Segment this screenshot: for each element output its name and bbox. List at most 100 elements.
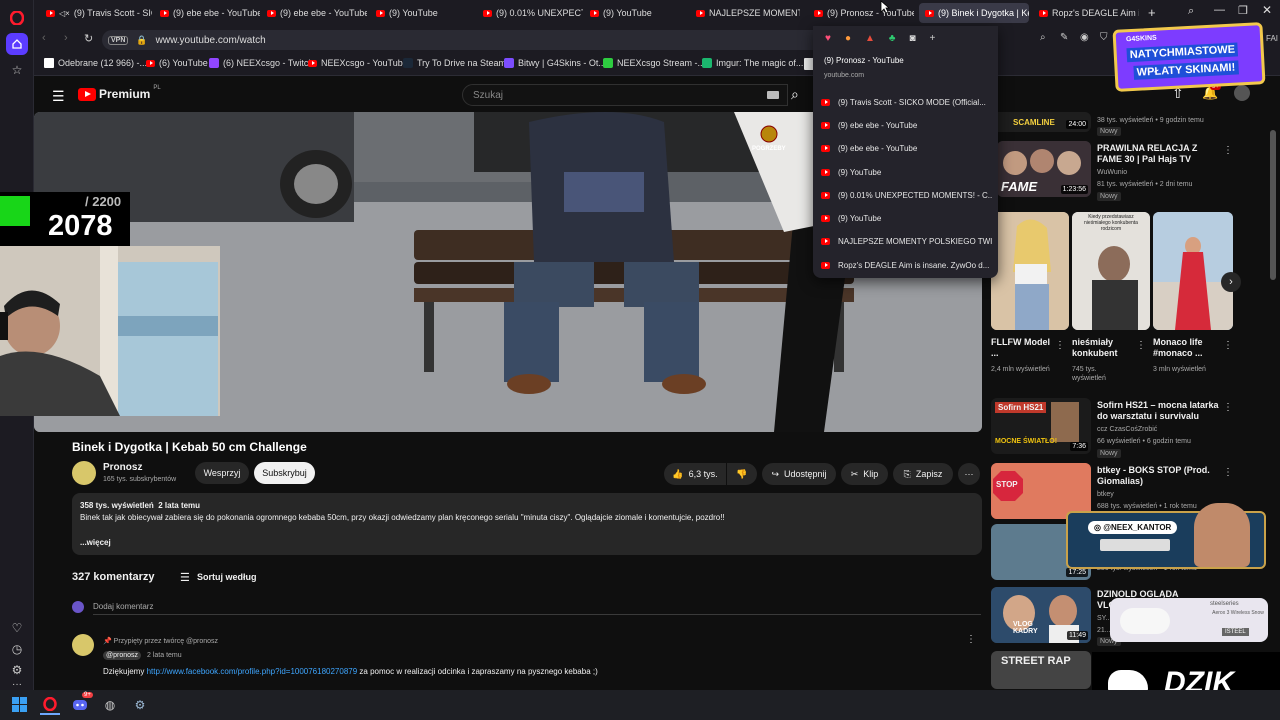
menu-icon[interactable]: ☰ <box>52 88 65 105</box>
history-icon[interactable]: ◷ <box>6 638 28 660</box>
clip-button[interactable]: ✂ Klip <box>841 463 888 485</box>
tab-item[interactable]: (9) YouTube <box>370 3 476 23</box>
comment-avatar[interactable] <box>72 634 94 656</box>
close-window-icon[interactable]: ✕ <box>1262 3 1272 17</box>
dropdown-tab-item[interactable]: (9) 0.01% UNEXPECTED MOMENTS! - C... <box>821 185 993 205</box>
recommendation-channel[interactable]: ccz CzasCośZrobić <box>1097 425 1157 434</box>
recommendation-channel[interactable]: btkey <box>1097 490 1114 499</box>
bookmark-item[interactable]: (6) YouTube <box>146 58 208 68</box>
flame-icon[interactable]: ● <box>845 33 851 44</box>
avatar[interactable] <box>1234 85 1250 101</box>
tab-item[interactable]: (9) Pronosz - YouTube <box>808 3 914 23</box>
short-title[interactable]: nieśmiały konkubent <box>1072 337 1134 359</box>
ai-icon[interactable]: FAI <box>1266 34 1278 43</box>
channel-name[interactable]: Pronosz <box>103 462 142 473</box>
channel-avatar[interactable] <box>72 461 96 485</box>
edit-icon[interactable]: ✎ <box>1060 32 1068 43</box>
dropdown-tab-item[interactable]: (9) YouTube <box>821 162 993 182</box>
short-menu-icon[interactable]: ⋮ <box>1136 340 1146 351</box>
dropdown-tab-item[interactable]: (9) ebe ebe - YouTube <box>821 115 993 135</box>
bookmark-item[interactable]: Bitwy | G4Skins - Ot... <box>504 58 606 68</box>
show-more-link[interactable]: ...więcej <box>80 538 111 547</box>
bookmark-item[interactable]: NEEXcsgo Stream -... <box>603 58 705 68</box>
camera-icon[interactable]: ◉ <box>1080 32 1089 43</box>
recommendation-thumbnail[interactable]: VLOG KADRY 11:49 <box>991 587 1091 643</box>
page-scrollbar[interactable] <box>1270 130 1276 280</box>
windows-start-icon[interactable] <box>10 695 30 715</box>
comment-menu-icon[interactable]: ⋮ <box>966 634 976 645</box>
bookmark-item[interactable]: NEEXcsgo - YouTube <box>308 58 408 68</box>
back-icon[interactable]: ‹ <box>42 32 46 44</box>
heart-icon[interactable]: ♡ <box>6 617 28 639</box>
short-thumbnail[interactable] <box>1153 212 1233 330</box>
maximize-icon[interactable]: ❐ <box>1238 4 1248 17</box>
dropdown-tab-item[interactable]: NAJLEPSZE MOMENTY POLSKIEGO TWI... <box>821 231 993 251</box>
recommendation-title[interactable]: PRAWILNA RELACJA Z FAME 30 | Pal Hajs TV <box>1097 143 1212 165</box>
star-icon[interactable]: ☆ <box>6 59 28 81</box>
reload-icon[interactable]: ↻ <box>84 32 93 45</box>
recommendation-title[interactable]: Sofirn HS21 – mocna latarka do warsztatu… <box>1097 400 1221 422</box>
tab-item[interactable]: NAJLEPSZE MOMENTY P <box>690 3 800 23</box>
shield-icon[interactable]: ⛉ <box>1100 32 1108 43</box>
heart-icon[interactable]: ♥ <box>825 33 831 44</box>
vpn-badge[interactable]: VPN <box>108 35 129 45</box>
search-button-icon[interactable]: ⌕ <box>791 86 799 103</box>
bookmark-item[interactable]: (6) NEEXcsgo - Twitch <box>209 58 313 68</box>
forward-icon[interactable]: › <box>64 32 68 44</box>
keyboard-icon[interactable] <box>767 91 779 99</box>
dislike-button[interactable]: 👎 <box>727 463 757 485</box>
tab-item[interactable]: (9) ebe ebe - YouTube <box>154 3 260 23</box>
sort-button[interactable]: Sortuj według <box>197 572 257 582</box>
search-input[interactable]: Szukaj <box>462 84 788 106</box>
recommendation-thumbnail[interactable]: SCAMLINE 24:00 <box>991 112 1091 132</box>
short-title[interactable]: FLLFW Model ... <box>991 337 1051 359</box>
recommendation-channel[interactable]: WuWunio <box>1097 168 1127 177</box>
recommendation-title[interactable]: btkey - BOKS STOP (Prod. Giomalias) <box>1097 465 1217 487</box>
dropdown-tab-item[interactable]: (9) Travis Scott - SICKO MODE (Official.… <box>821 92 993 112</box>
short-thumbnail[interactable]: Kiedy przedstawiasz nieśmiałego konkuben… <box>1072 212 1150 330</box>
bookmark-item[interactable]: Odebrane (12 966) -... <box>44 58 147 68</box>
recommendation-menu-icon[interactable]: ⋮ <box>1223 402 1233 413</box>
tab-item[interactable]: (9) 0.01% UNEXPECTED <box>477 3 583 23</box>
comment-link[interactable]: http://www.facebook.com/profile.php?id=1… <box>147 667 358 676</box>
obs-taskbar-icon[interactable]: ◍ <box>100 695 120 715</box>
bookmark-item[interactable]: Imgur: The magic of... <box>702 58 803 68</box>
more-actions-button[interactable]: ··· <box>958 463 980 485</box>
like-button[interactable]: 👍 6,3 tys. <box>664 463 726 485</box>
tab-item[interactable]: (9) ebe ebe - YouTube <box>261 3 367 23</box>
recommendation-thumbnail[interactable]: FAME 1:23:56 <box>997 141 1091 197</box>
short-menu-icon[interactable]: ⋮ <box>1223 340 1233 351</box>
subscribe-button[interactable]: Subskrybuj <box>254 462 315 484</box>
sort-icon[interactable]: ☰ <box>180 571 190 584</box>
support-button[interactable]: Wesprzyj <box>195 462 249 484</box>
discord-taskbar-icon[interactable]: 9+ <box>70 692 93 715</box>
short-menu-icon[interactable]: ⋮ <box>1055 340 1065 351</box>
recommendation-menu-icon[interactable]: ⋮ <box>1223 145 1233 156</box>
comment-author[interactable]: @pronosz <box>103 651 142 660</box>
add-island-icon[interactable]: + <box>930 33 936 44</box>
recommendation-menu-icon[interactable]: ⋮ <box>1223 467 1233 478</box>
tab-item-active[interactable]: (9) Binek i Dygotka | Keba <box>919 3 1029 23</box>
short-title[interactable]: Monaco life #monaco ... <box>1153 337 1219 359</box>
dropdown-tab-item[interactable]: Ropz's DEAGLE Aim is insane. ZywOo d... <box>821 255 993 275</box>
search-icon[interactable]: ⌕ <box>1040 32 1046 43</box>
helmet-icon[interactable]: ▲ <box>865 33 875 44</box>
add-comment-input[interactable]: Dodaj komentarz <box>93 602 153 611</box>
youtube-logo[interactable]: Premium PL <box>78 85 161 101</box>
dropdown-tab-item[interactable]: (9) ebe ebe - YouTube <box>821 138 993 158</box>
steam-taskbar-icon[interactable]: ⚙ <box>130 695 150 715</box>
url-field[interactable]: VPN 🔒 www.youtube.com/watch <box>102 30 842 50</box>
search-tabs-icon[interactable]: ⌕ <box>1188 5 1194 18</box>
home-icon[interactable] <box>6 33 28 55</box>
game-icon[interactable]: ◙ <box>909 33 915 44</box>
minimize-icon[interactable]: — <box>1214 4 1225 16</box>
tab-item[interactable]: Ropz's DEAGLE Aim is in <box>1033 3 1139 23</box>
shorts-next-icon[interactable]: › <box>1221 272 1241 292</box>
recommendation-thumbnail[interactable]: Sofirn HS21 MOCNE ŚWIATŁO! 7:36 <box>991 398 1091 454</box>
new-tab-icon[interactable]: + <box>1148 5 1156 20</box>
bookmark-item[interactable]: Try To Drive na Steam <box>403 58 506 68</box>
tab-item[interactable]: ◁×(9) Travis Scott - SICK <box>40 3 152 23</box>
short-thumbnail[interactable] <box>991 212 1069 330</box>
recommendation-thumbnail[interactable]: STREET RAP <box>991 651 1091 689</box>
share-button[interactable]: ↪ Udostępnij <box>762 463 836 485</box>
